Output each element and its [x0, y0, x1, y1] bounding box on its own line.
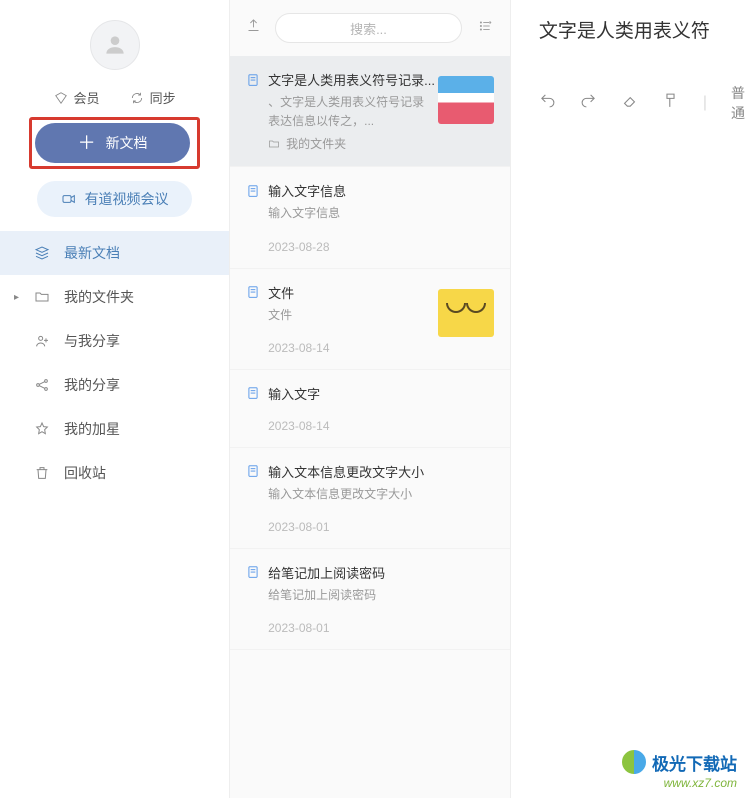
- note-item[interactable]: 输入文字 2023-08-14: [230, 370, 510, 448]
- note-item[interactable]: 输入文本信息更改文字大小 输入文本信息更改文字大小 2023-08-01: [230, 448, 510, 549]
- plus-icon: ＋: [78, 134, 96, 152]
- note-date: 2023-08-28: [268, 240, 494, 254]
- note-folder: 我的文件夹: [268, 135, 494, 152]
- note-preview: 给笔记加上阅读密码: [268, 586, 428, 605]
- nav-my-folder[interactable]: ▸ 我的文件夹: [0, 275, 229, 319]
- note-preview: 输入文本信息更改文字大小: [268, 485, 428, 504]
- upload-icon[interactable]: [246, 18, 261, 38]
- note-thumbnail: [438, 289, 494, 337]
- nav-recent[interactable]: 最新文档: [0, 231, 229, 275]
- new-doc-highlight: ＋ 新文档: [29, 117, 200, 169]
- video-icon: [61, 191, 77, 207]
- nav-trash[interactable]: 回收站: [0, 451, 229, 495]
- note-item[interactable]: 文字是人类用表义符号记录... 、文字是人类用表义符号记录表达信息以传之，...…: [230, 56, 510, 167]
- note-thumbnail: [438, 76, 494, 124]
- editor-panel: 文字是人类用表义符 | 普通: [511, 0, 745, 798]
- note-date: 2023-08-01: [268, 520, 494, 534]
- video-meeting-button[interactable]: 有道视频会议: [37, 181, 192, 217]
- nav-label: 我的加星: [64, 419, 120, 439]
- note-date: 2023-08-01: [268, 621, 494, 635]
- folder-icon: [268, 138, 280, 150]
- redo-button[interactable]: [580, 92, 597, 114]
- doc-icon: [246, 565, 260, 579]
- watermark-url: www.xz7.com: [664, 776, 737, 790]
- nav-shared-with-me[interactable]: 与我分享: [0, 319, 229, 363]
- nav-starred[interactable]: 我的加星: [0, 407, 229, 451]
- note-title: 输入文字: [268, 384, 320, 403]
- search-placeholder: 搜索...: [350, 19, 387, 38]
- eraser-button[interactable]: [621, 92, 638, 114]
- note-date: 2023-08-14: [268, 419, 494, 433]
- nav-label: 我的文件夹: [64, 287, 134, 307]
- note-list: 文字是人类用表义符号记录... 、文字是人类用表义符号记录表达信息以传之，...…: [230, 56, 510, 798]
- user-plus-icon: [34, 333, 50, 349]
- member-label: 会员: [74, 88, 100, 107]
- note-title: 给笔记加上阅读密码: [268, 563, 385, 582]
- note-preview: 输入文字信息: [268, 204, 428, 223]
- sync-link[interactable]: 同步: [130, 88, 176, 107]
- undo-button[interactable]: [539, 92, 556, 114]
- doc-icon: [246, 184, 260, 198]
- doc-icon: [246, 464, 260, 478]
- format-brush-button[interactable]: [662, 92, 679, 114]
- note-title: 输入文本信息更改文字大小: [268, 462, 424, 481]
- doc-icon: [246, 285, 260, 299]
- notes-list-panel: 搜索... 文字是人类用表义符号记录... 、文字是人类用表义符号记录表达信息以…: [229, 0, 511, 798]
- note-item[interactable]: 输入文字信息 输入文字信息 2023-08-28: [230, 167, 510, 268]
- video-meet-label: 有道视频会议: [85, 189, 169, 209]
- sidebar: 会员 同步 ＋ 新文档 有道视频会议 最新文档: [0, 0, 229, 798]
- trash-icon: [34, 465, 50, 481]
- nav-label: 最新文档: [64, 243, 120, 263]
- refresh-icon: [130, 91, 144, 105]
- note-item[interactable]: 文件 文件 2023-08-14: [230, 269, 510, 370]
- star-icon: [34, 421, 50, 437]
- note-title: 输入文字信息: [268, 181, 346, 200]
- sort-icon[interactable]: [476, 19, 494, 38]
- watermark-logo-icon: [620, 748, 648, 776]
- note-date: 2023-08-14: [268, 341, 494, 355]
- nav-label: 与我分享: [64, 331, 120, 351]
- watermark: 极光下载站 www.xz7.com: [620, 748, 737, 790]
- note-preview: 文件: [268, 306, 428, 325]
- note-item[interactable]: 给笔记加上阅读密码 给笔记加上阅读密码 2023-08-01: [230, 549, 510, 650]
- doc-icon: [246, 386, 260, 400]
- watermark-brand: 极光下载站: [652, 750, 737, 775]
- stack-icon: [34, 245, 50, 261]
- note-preview: 、文字是人类用表义符号记录表达信息以传之，...: [268, 93, 428, 131]
- sync-label: 同步: [150, 88, 176, 107]
- document-title[interactable]: 文字是人类用表义符: [539, 16, 745, 43]
- nav-label: 回收站: [64, 463, 106, 483]
- chevron-right-icon: ▸: [14, 292, 19, 303]
- note-title: 文字是人类用表义符号记录...: [268, 70, 435, 89]
- style-selector[interactable]: 普通: [731, 83, 745, 123]
- note-title: 文件: [268, 283, 294, 302]
- editor-toolbar: | 普通: [539, 83, 745, 123]
- diamond-icon: [54, 91, 68, 105]
- nav-label: 我的分享: [64, 375, 120, 395]
- share-icon: [34, 377, 50, 393]
- folder-icon: [34, 289, 50, 305]
- new-doc-label: 新文档: [106, 133, 148, 153]
- nav-my-share[interactable]: 我的分享: [0, 363, 229, 407]
- search-input[interactable]: 搜索...: [275, 13, 462, 43]
- avatar[interactable]: [90, 20, 140, 70]
- sidebar-nav: 最新文档 ▸ 我的文件夹 与我分享 我的分享 我的加星 回收站: [0, 231, 229, 495]
- member-link[interactable]: 会员: [54, 88, 100, 107]
- doc-icon: [246, 73, 260, 87]
- new-doc-button[interactable]: ＋ 新文档: [35, 123, 190, 163]
